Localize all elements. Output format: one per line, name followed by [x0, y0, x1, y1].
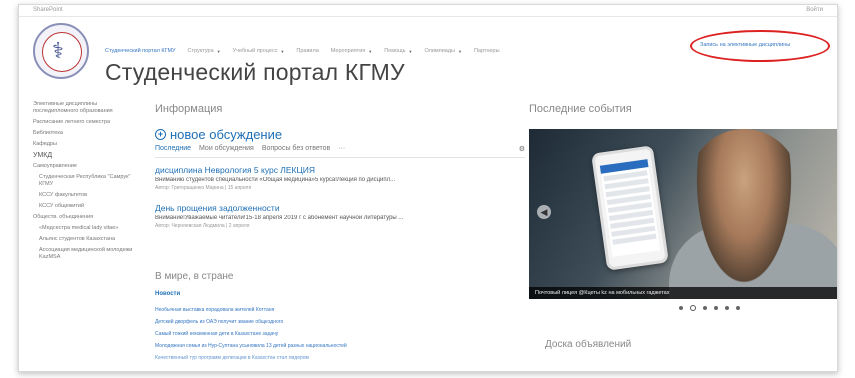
nav-item[interactable]: Студенческий портал КГМУ: [105, 48, 176, 54]
new-discussion-label: новое обсуждение: [170, 127, 283, 142]
chevron-down-icon: ▼: [280, 48, 285, 54]
nav-item-label: Помощь: [384, 48, 406, 54]
discussion-post: дисциплина Неврология 5 курс ЛЕКЦИЯ Вним…: [155, 165, 525, 191]
sidebar-item[interactable]: УМКД: [33, 152, 133, 159]
news-link[interactable]: Необычная выставка порадовала жителей Ко…: [155, 307, 455, 313]
carousel-dot[interactable]: [714, 306, 718, 310]
sign-in-link[interactable]: Войти: [806, 7, 823, 13]
phone-screen: [599, 159, 661, 257]
suite-bar-brand[interactable]: SharePoint: [33, 7, 63, 13]
nav-item-label: Учебный процесс: [232, 48, 278, 54]
chevron-down-icon: ▼: [216, 48, 221, 54]
page-fade: [19, 353, 837, 371]
discussion-tabs: Последние Мои обсуждения Вопросы без ответ…: [155, 145, 525, 153]
post-title-link[interactable]: дисциплина Неврология 5 курс ЛЕКЦИЯ: [155, 165, 525, 175]
nav-item-label: Олимпиады: [424, 48, 455, 54]
events-carousel[interactable]: ◀ Почтовый лицея @Кцеты kz на мобильных …: [529, 129, 837, 299]
nav-item-label: Мероприятия: [330, 48, 366, 54]
sidebar-item[interactable]: Студенческая Республика "Самрук" КГМУ: [33, 174, 133, 188]
chevron-down-icon: ▼: [408, 48, 413, 54]
discussion-tab[interactable]: ···: [338, 145, 345, 152]
left-navigation: Элективные дисциплины последипломного об…: [33, 101, 133, 265]
nav-item[interactable]: Олимпиады ▼: [424, 48, 462, 54]
carousel-dot[interactable]: [679, 306, 683, 310]
carousel-dot[interactable]: [690, 305, 696, 311]
nav-item-label: Студенческий портал КГМУ: [105, 48, 176, 54]
nav-item-elective-signup[interactable]: Запись на элективные дисциплины: [700, 42, 790, 48]
world-news-heading: В мире, в стране: [155, 271, 234, 282]
sidebar-item[interactable]: КССУ факультетов: [33, 192, 133, 199]
nav-item[interactable]: Помощь ▼: [384, 48, 412, 54]
sidebar-item[interactable]: Альянс студентов Казахстана: [33, 236, 133, 243]
carousel-prev-icon[interactable]: ◀: [537, 205, 551, 219]
sidebar-item[interactable]: Библиотека: [33, 130, 133, 137]
carousel-dot[interactable]: [736, 306, 740, 310]
post-excerpt: Внимание!Уважаемые читатели!15-18 апреля…: [155, 215, 404, 221]
sidebar-item[interactable]: Ассоциация медицинской молодежи KazMSA: [33, 247, 133, 261]
sidebar-item[interactable]: Самоуправление: [33, 163, 133, 170]
carousel-figure: [689, 129, 799, 299]
nav-item[interactable]: Партнеры: [474, 48, 500, 54]
university-logo-icon[interactable]: [33, 23, 89, 79]
nav-item-label: Правила: [296, 48, 319, 54]
top-navigation: Студенческий портал КГМУ Структура ▼ Учебны…: [105, 45, 512, 57]
nav-item[interactable]: Структура ▼: [188, 48, 221, 54]
discussion-tab[interactable]: Вопросы без ответов: [262, 145, 330, 152]
nav-item[interactable]: Учебный процесс ▼: [233, 48, 285, 54]
settings-icon[interactable]: ⚙: [519, 145, 525, 153]
sidebar-item[interactable]: Обществ. объединения: [33, 214, 133, 221]
sidebar-item[interactable]: Кафедры: [33, 141, 133, 148]
nav-item[interactable]: Правила: [296, 48, 318, 54]
news-heading-link[interactable]: Новости: [155, 291, 180, 297]
carousel-dot[interactable]: [703, 306, 707, 310]
carousel-pager: [679, 305, 747, 311]
news-link[interactable]: Детский дворфель из ОАЭ получит звание о…: [155, 319, 455, 325]
events-heading: Последние события: [529, 103, 632, 115]
nav-item-label: Партнеры: [473, 48, 500, 54]
info-heading: Информация: [155, 103, 223, 115]
post-title-link[interactable]: День прощения задолженности: [155, 203, 525, 213]
sidebar-item[interactable]: КССУ общежитий: [33, 203, 133, 210]
chevron-down-icon: ▼: [368, 48, 373, 54]
carousel-dot[interactable]: [725, 306, 729, 310]
discussion-post: День прощения задолженности Внимание!Ува…: [155, 203, 525, 229]
carousel-caption[interactable]: Почтовый лицея @Кцеты kz на мобильных га…: [529, 287, 837, 299]
news-link[interactable]: Самый тонкий неизменная дети в Казахстан…: [155, 331, 455, 337]
sidebar-item[interactable]: Расписание летнего семестра: [33, 119, 133, 126]
board-heading: Доска объявлений: [545, 339, 632, 350]
nav-item[interactable]: Мероприятия ▼: [331, 48, 372, 54]
tabs-divider: [155, 157, 525, 158]
new-discussion-button[interactable]: + новое обсуждение: [155, 127, 282, 142]
phone-illustration: [591, 145, 669, 271]
discussion-tab[interactable]: Мои обсуждения: [199, 145, 254, 152]
sidebar-item[interactable]: «Медсестра medical lady vitae»: [33, 225, 133, 232]
discussion-tab[interactable]: Последние: [155, 145, 191, 152]
post-meta: Автор: Григоращенко Марина | 15 апреля: [155, 185, 252, 191]
post-meta: Автор: Черняевская Людмила | 2 апреля: [155, 223, 250, 229]
site-title[interactable]: Студенческий портал КГМУ: [105, 59, 405, 86]
suite-bar: SharePoint Войти: [19, 5, 837, 17]
sidebar-item[interactable]: Элективные дисциплины последипломного об…: [33, 101, 133, 115]
post-excerpt: Вниманию студентов специальности «Общая …: [155, 177, 396, 183]
nav-item-label: Структура: [187, 48, 214, 54]
browser-page: SharePoint Войти Студенческий портал КГМ…: [18, 4, 838, 372]
chevron-down-icon: ▼: [458, 48, 462, 54]
news-link[interactable]: Молодежная семья из Нур-Султана усыновил…: [155, 343, 455, 349]
plus-icon: +: [155, 129, 166, 140]
